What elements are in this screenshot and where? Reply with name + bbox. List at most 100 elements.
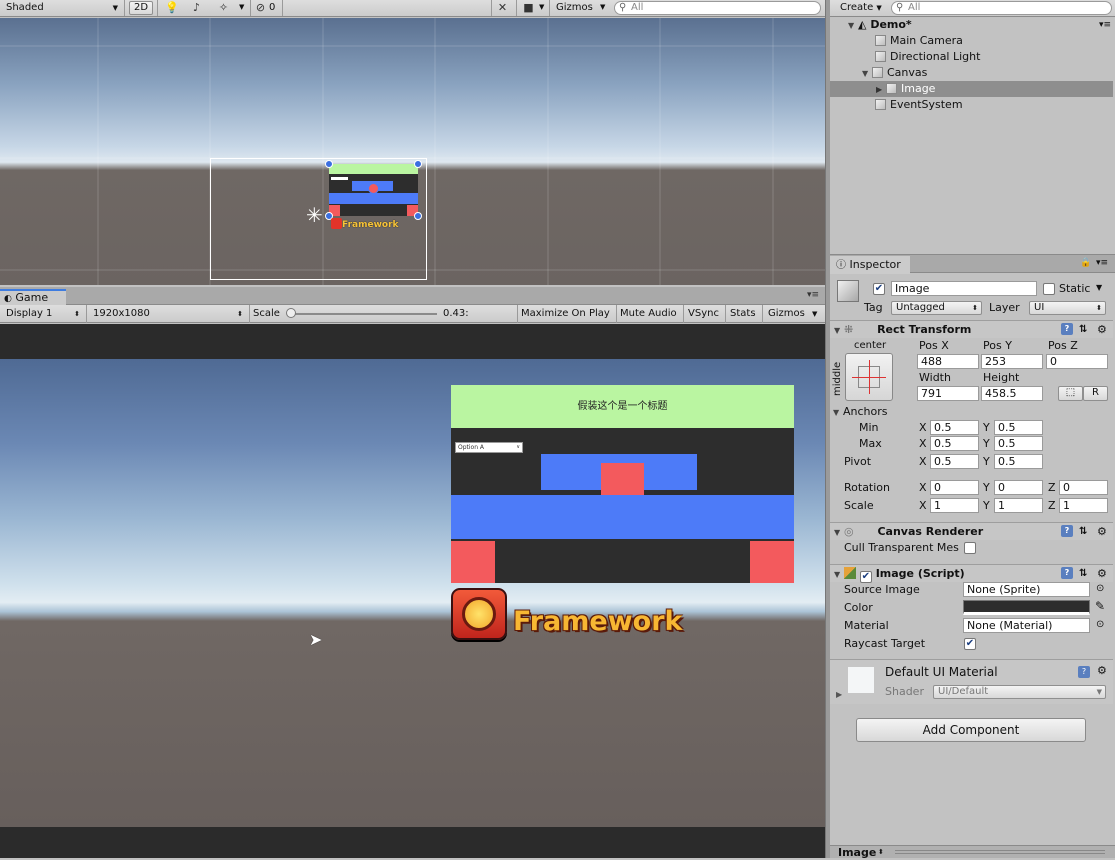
scale-slider[interactable]	[287, 313, 437, 315]
maximize-on-play-button[interactable]: Maximize On Play	[521, 307, 610, 321]
anchor-max-x-field[interactable]: 0.5	[930, 436, 979, 451]
chevron-down-icon[interactable]: ▼	[1096, 283, 1102, 292]
chevron-down-icon[interactable]: ▼	[600, 3, 605, 11]
source-image-field[interactable]: None (Sprite)	[963, 582, 1090, 597]
width-field[interactable]: 791	[917, 386, 979, 401]
pivot-y-field[interactable]: 0.5	[994, 454, 1043, 469]
gear-icon[interactable]: ⚙	[1097, 565, 1107, 583]
panel-menu-icon[interactable]: ▾≡	[1096, 258, 1108, 268]
anchor-preset-button[interactable]	[845, 353, 893, 401]
help-icon[interactable]: ?	[1078, 666, 1090, 678]
preset-icon[interactable]: ⇅	[1079, 321, 1087, 339]
rect-transform-header[interactable]: ▼ ⁜ Rect Transform ? ⇅ ⚙	[830, 320, 1113, 338]
scene-viewport[interactable]: ✳ Framework	[0, 18, 825, 285]
anchor-min-x-field[interactable]: 0.5	[930, 420, 979, 435]
rotation-x-field[interactable]: 0	[930, 480, 979, 495]
effects-icon[interactable]: ✧	[217, 1, 230, 14]
gear-icon[interactable]: ⚙	[1097, 321, 1107, 339]
material-field[interactable]: None (Material)	[963, 618, 1090, 633]
gear-icon[interactable]: ⚙	[1097, 664, 1107, 677]
rotation-z-field[interactable]: 0	[1059, 480, 1108, 495]
preview-bar[interactable]: Image ⬍	[830, 845, 1115, 859]
lock-icon[interactable]: 🔒	[1080, 258, 1091, 268]
object-name-input[interactable]: Image	[891, 281, 1037, 296]
chevron-down-icon[interactable]: ▼	[539, 3, 544, 11]
shading-dropdown[interactable]: Shaded ▼	[6, 1, 120, 15]
static-checkbox[interactable]	[1043, 283, 1055, 295]
resolution-dropdown[interactable]: 1920x1080 ⬍	[93, 307, 245, 321]
image-enabled-checkbox[interactable]: ✔	[859, 571, 872, 583]
audio-icon[interactable]: ♪	[190, 1, 203, 14]
scale-y-field[interactable]: 1	[994, 498, 1043, 513]
posx-field[interactable]: 488	[917, 354, 979, 369]
help-icon[interactable]: ?	[1061, 323, 1073, 335]
stats-button[interactable]: Stats	[730, 307, 756, 321]
chevron-down-icon[interactable]: ▼	[239, 3, 244, 11]
canvas-renderer-header[interactable]: ▼ ◎ Canvas Renderer ? ⇅ ⚙	[830, 522, 1113, 540]
mode-2d-button[interactable]: 2D	[129, 1, 154, 15]
shader-dropdown[interactable]: UI/Default ▼	[933, 685, 1106, 699]
rect-handle[interactable]	[414, 212, 422, 220]
add-component-button[interactable]: Add Component	[856, 718, 1086, 742]
blueprint-mode-button[interactable]: ⬚	[1058, 386, 1083, 401]
raycast-target-checkbox[interactable]: ✔	[964, 638, 976, 650]
rect-handle[interactable]	[325, 160, 333, 168]
cull-transparent-checkbox[interactable]	[964, 542, 976, 554]
object-picker-icon[interactable]: ⊙	[1096, 619, 1104, 630]
tag-dropdown[interactable]: Untagged ⬍	[891, 301, 982, 315]
hierarchy-item-eventsystem[interactable]: EventSystem	[830, 97, 1113, 113]
anchor-min-y-field[interactable]: 0.5	[994, 420, 1043, 435]
tab-inspector[interactable]: ⓘ Inspector	[830, 256, 910, 274]
color-field[interactable]	[963, 600, 1090, 615]
scene-search-input[interactable]: ⚲ All	[614, 1, 821, 15]
rect-handle[interactable]	[414, 160, 422, 168]
image-script-header[interactable]: ▼ ✔ Image (Script) ? ⇅ ⚙	[830, 564, 1113, 583]
hierarchy-item-main-camera[interactable]: Main Camera	[830, 33, 1113, 49]
create-button[interactable]: Create ▼	[840, 1, 882, 15]
panel-menu-icon[interactable]: ▾≡	[807, 290, 819, 300]
raw-edit-button[interactable]: R	[1083, 386, 1108, 401]
scale-z-field[interactable]: 1	[1059, 498, 1108, 513]
anchors-foldout[interactable]: ▼ Anchors	[833, 405, 888, 420]
lighting-icon[interactable]: 💡	[165, 1, 179, 14]
pivot-x-field[interactable]: 0.5	[930, 454, 979, 469]
camera-icon[interactable]: ■	[522, 1, 535, 14]
preset-icon[interactable]: ⇅	[1079, 565, 1087, 583]
anchor-gizmo-icon[interactable]: ✳	[306, 204, 323, 226]
posy-field[interactable]: 253	[981, 354, 1043, 369]
scene-ui-preview[interactable]	[329, 164, 418, 216]
tab-game[interactable]: ◐ Game	[0, 289, 66, 305]
active-checkbox[interactable]: ✔	[873, 283, 885, 295]
game-tab-bar: ◐ Game ▾≡	[0, 287, 825, 305]
gizmos-button[interactable]: Gizmos	[556, 1, 593, 15]
mute-audio-button[interactable]: Mute Audio	[620, 307, 677, 321]
game-gizmos-button[interactable]: Gizmos	[768, 307, 805, 321]
hidden-objects-icon[interactable]: ⊘	[254, 1, 267, 14]
vsync-button[interactable]: VSync	[688, 307, 719, 321]
object-picker-icon[interactable]: ⊙	[1096, 583, 1104, 594]
help-icon[interactable]: ?	[1061, 567, 1073, 579]
tools-icon[interactable]: ✕	[496, 1, 509, 14]
rotation-y-field[interactable]: 0	[994, 480, 1043, 495]
foldout-arrow-icon[interactable]: ▶	[836, 690, 842, 699]
hierarchy-search-input[interactable]: ⚲ All	[891, 1, 1112, 15]
ui-dropdown[interactable]: Option A ∨	[455, 442, 523, 453]
help-icon[interactable]: ?	[1061, 525, 1073, 537]
height-field[interactable]: 458.5	[981, 386, 1043, 401]
scale-x-field[interactable]: 1	[930, 498, 979, 513]
hierarchy-item-directional-light[interactable]: Directional Light	[830, 49, 1113, 65]
display-dropdown[interactable]: Display 1 ⬍	[6, 307, 82, 321]
preset-icon[interactable]: ⇅	[1079, 523, 1087, 541]
eyedropper-icon[interactable]: ✎	[1095, 599, 1105, 613]
layer-dropdown[interactable]: UI ⬍	[1029, 301, 1106, 315]
game-viewport[interactable]: 假装这个是一个标题 Option A ∨ Framework ➤	[0, 324, 825, 858]
scale-slider-thumb[interactable]	[286, 308, 296, 318]
hierarchy-item-canvas[interactable]: ▼ Canvas	[830, 65, 1113, 81]
anchor-max-y-field[interactable]: 0.5	[994, 436, 1043, 451]
posz-field[interactable]: 0	[1046, 354, 1108, 369]
panel-menu-icon[interactable]: ▾≡	[1099, 17, 1111, 33]
scene-root[interactable]: ▼ ◭ Demo* ▾≡	[830, 17, 1113, 33]
hierarchy-item-image[interactable]: ▶ Image	[830, 81, 1113, 97]
chevron-down-icon[interactable]: ▼	[812, 310, 817, 318]
gear-icon[interactable]: ⚙	[1097, 523, 1107, 541]
